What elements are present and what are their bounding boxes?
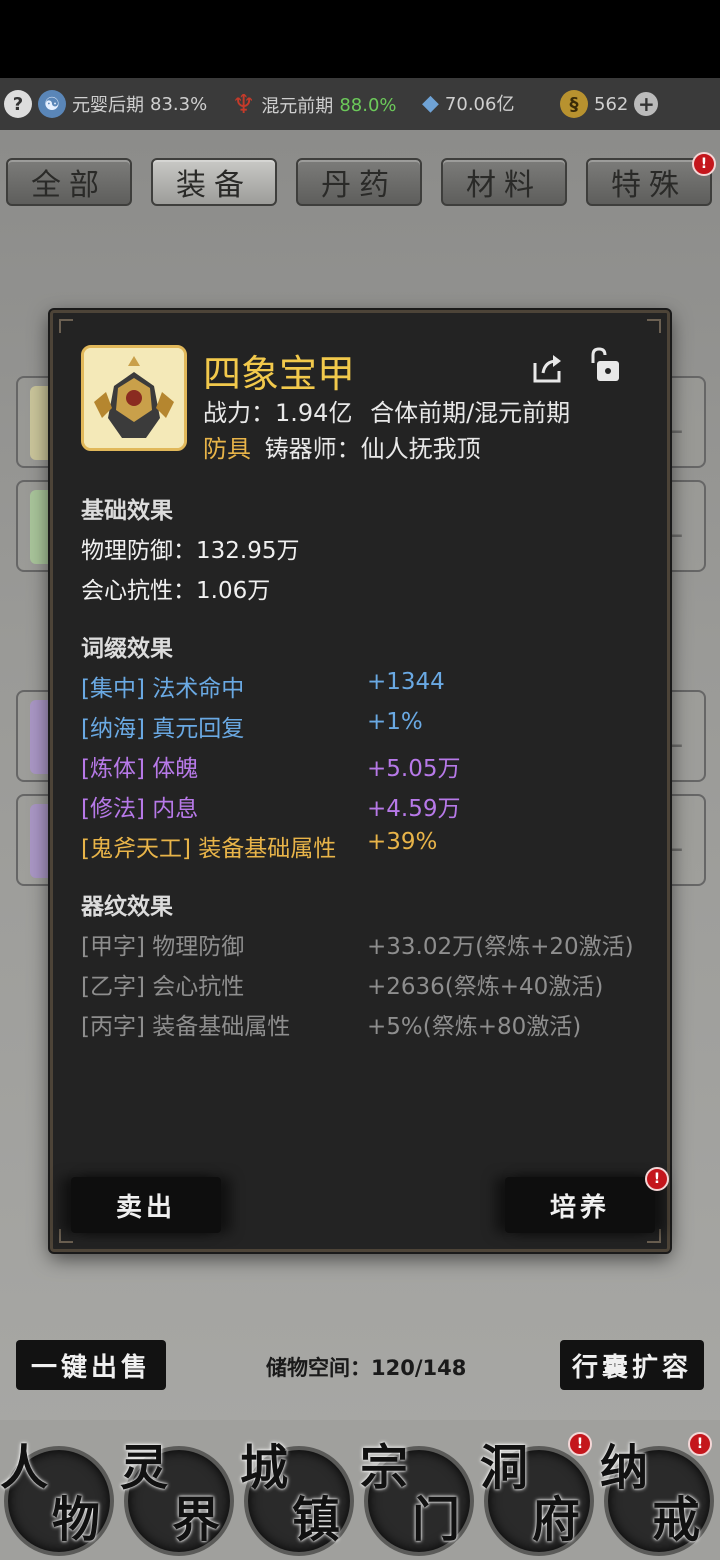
- nav-char-1: 纳: [600, 1440, 649, 1496]
- body-pct: 88.0%: [339, 94, 397, 116]
- affix-row: [集中] 法术命中 +1344: [81, 669, 641, 703]
- glyph-tag: [丙字] 装备基础属性: [81, 1014, 291, 1040]
- help-icon[interactable]: ?: [4, 90, 32, 118]
- item-realm: 合体前期/混元前期: [370, 399, 571, 427]
- corner-ornament: [647, 319, 661, 333]
- affix-tag: [纳海] 真元回复: [81, 716, 245, 742]
- glyph-value: +5%(祭炼+80激活): [367, 1014, 582, 1040]
- affix-tag: [集中] 法术命中: [81, 676, 245, 702]
- glyph-tag: [甲字] 物理防御: [81, 934, 245, 960]
- crafter-label: 铸器师：: [264, 435, 361, 463]
- glyph-tag: [乙字] 会心抗性: [81, 974, 245, 1000]
- lock-icon[interactable]: [587, 347, 623, 383]
- soul-icon: ☯: [38, 90, 66, 118]
- cultivate-badge: !: [645, 1167, 669, 1191]
- status-coins[interactable]: § 562 +: [560, 90, 659, 118]
- glyph-value: +2636(祭炼+40激活): [367, 974, 604, 1000]
- tab-materials[interactable]: 材料: [441, 158, 567, 206]
- power-label: 战力：: [203, 399, 275, 427]
- cultivate-button[interactable]: 培养: [505, 1177, 655, 1233]
- base-effect: 会心抗性：1.06万: [81, 578, 271, 604]
- storage-label: 储物空间：: [266, 1356, 371, 1380]
- tab-pills[interactable]: 丹药: [296, 158, 422, 206]
- glyph-row: [乙字] 会心抗性 +2636(祭炼+40激活): [81, 967, 641, 1001]
- nav-char-1: 人: [0, 1440, 49, 1496]
- body-label: 混元前期: [261, 96, 334, 117]
- storage-value: 120/148: [371, 1356, 467, 1380]
- share-icon[interactable]: [531, 351, 565, 385]
- tab-all[interactable]: 全部: [6, 158, 132, 206]
- nav-char-1: 洞: [480, 1440, 529, 1496]
- status-realm[interactable]: ? ☯ 元婴后期 83.3%: [4, 90, 207, 118]
- affix-tag: [炼体] 体魄: [81, 756, 199, 782]
- stones-value: 70.06亿: [444, 94, 515, 115]
- tab-special-badge: !: [692, 152, 716, 176]
- nav-char-2: 界: [172, 1492, 221, 1548]
- nav-char-2: 府: [532, 1492, 581, 1548]
- storage-info: 储物空间：120/148: [266, 1352, 466, 1382]
- affix-tag: [修法] 内息: [81, 796, 199, 822]
- crystal-icon: ◆: [422, 90, 439, 116]
- item-name: 四象宝甲: [203, 352, 356, 396]
- bottom-nav: 人 物 灵 界 城 镇 宗 门 洞 府 ! 纳 戒 !: [0, 1420, 720, 1560]
- nav-ring-badge: !: [688, 1432, 712, 1456]
- affix-tag: [鬼斧天工] 装备基础属性: [81, 836, 337, 862]
- nav-char-1: 灵: [120, 1440, 169, 1496]
- nav-char-2: 镇: [292, 1492, 341, 1548]
- affix-row: [修法] 内息 +4.59万: [81, 789, 641, 823]
- base-effect: 物理防御：132.95万: [81, 538, 300, 564]
- coin-icon: §: [560, 90, 588, 118]
- sell-button[interactable]: 卖出: [71, 1177, 221, 1233]
- status-bar: ? ☯ 元婴后期 83.3% ♆ 混元前期 88.0% ◆ 70.06亿 § 5…: [0, 78, 720, 130]
- affix-value: +4.59万: [367, 796, 461, 822]
- crafter-name: 仙人抚我顶: [360, 435, 481, 463]
- affix-row: [纳海] 真元回复 +1%: [81, 709, 641, 743]
- glyph-row: [甲字] 物理防御 +33.02万(祭炼+20激活): [81, 927, 641, 961]
- section-title-glyph: 器纹效果: [81, 894, 173, 920]
- section-title-affix: 词缀效果: [81, 636, 173, 662]
- status-body[interactable]: ♆ 混元前期 88.0%: [232, 90, 397, 120]
- nav-town[interactable]: 城 镇: [240, 1428, 360, 1560]
- nav-ring[interactable]: 纳 戒 !: [600, 1428, 720, 1560]
- realm-label: 元婴后期: [72, 95, 144, 116]
- nav-sect[interactable]: 宗 门: [360, 1428, 480, 1560]
- item-power-line: 战力：1.94亿 合体前期/混元前期: [203, 393, 570, 428]
- item-type-line: 防具 铸器师：仙人抚我顶: [203, 429, 481, 464]
- realm-pct: 83.3%: [150, 93, 208, 115]
- nav-spirit-realm[interactable]: 灵 界: [120, 1428, 240, 1560]
- nav-character[interactable]: 人 物: [0, 1428, 120, 1560]
- section-title-base: 基础效果: [81, 498, 173, 524]
- nav-char-2: 门: [412, 1492, 461, 1548]
- corner-ornament: [59, 319, 73, 333]
- affix-value: +5.05万: [367, 756, 461, 782]
- affix-value: +1%: [367, 709, 423, 735]
- nav-char-2: 物: [52, 1492, 101, 1548]
- affix-value: +39%: [367, 829, 438, 855]
- nav-char-2: 戒: [652, 1492, 701, 1548]
- expand-bag-button[interactable]: 行囊扩容: [560, 1340, 704, 1390]
- glyph-value: +33.02万(祭炼+20激活): [367, 934, 634, 960]
- nav-char-1: 城: [240, 1440, 289, 1496]
- tab-equipment[interactable]: 装备: [151, 158, 277, 206]
- power-value: 1.94亿: [275, 399, 353, 427]
- bottom-actions: 一键出售 储物空间：120/148 行囊扩容: [0, 1340, 720, 1394]
- top-black-bar: [0, 0, 720, 78]
- item-detail-dialog: 四象宝甲 战力：1.94亿 合体前期/混元前期 防具 铸器师：仙人抚我顶 基础效…: [50, 310, 670, 1252]
- affix-row: [鬼斧天工] 装备基础属性 +39%: [81, 829, 641, 863]
- affix-value: +1344: [367, 669, 445, 695]
- category-tabs: 全部 装备 丹药 材料 特殊 !: [6, 152, 716, 208]
- flame-icon: ♆: [232, 90, 256, 120]
- plus-icon[interactable]: +: [634, 92, 659, 116]
- glyph-row: [丙字] 装备基础属性 +5%(祭炼+80激活): [81, 1007, 641, 1041]
- coins-value: 562: [594, 93, 629, 115]
- nav-cave[interactable]: 洞 府 !: [480, 1428, 600, 1560]
- status-stones[interactable]: ◆ 70.06亿: [422, 90, 514, 116]
- nav-char-1: 宗: [360, 1440, 409, 1496]
- item-type: 防具: [203, 435, 251, 463]
- nav-cave-badge: !: [568, 1432, 592, 1456]
- quick-sell-button[interactable]: 一键出售: [16, 1340, 166, 1390]
- affix-row: [炼体] 体魄 +5.05万: [81, 749, 641, 783]
- armor-icon: [81, 345, 187, 451]
